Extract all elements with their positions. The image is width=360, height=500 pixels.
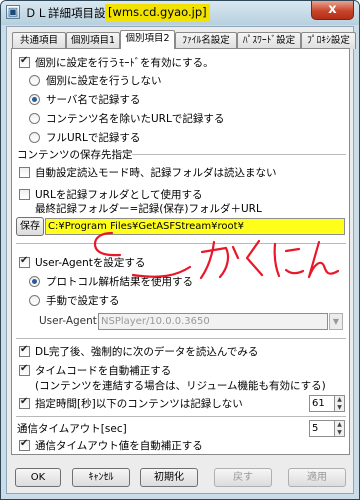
tab-individual-2[interactable]: 個別項目2 [120,30,175,49]
server-highlight: [wms.cd.gyao.jp] [105,4,210,21]
timecode-checkbox[interactable] [19,363,30,376]
window-title: ＤＬ詳細項目設定 [25,6,117,20]
tab-filename[interactable]: ﾌｧｲﾙ名設定 [175,32,237,49]
divider [132,154,346,155]
dl-complete-label: DL完了後、強制的に次のデータを読込んでみる [35,346,259,358]
tab-password[interactable]: ﾊﾟｽﾜｰﾄﾞ設定 [237,32,301,49]
user-agent-checkbox[interactable] [19,255,30,268]
min-time-input[interactable]: 61 [309,395,335,412]
url-folder-checkbox[interactable] [19,189,30,200]
divider [16,338,346,339]
timecode-label: タイムコードを自動補正する [35,365,172,377]
timeout-spinner[interactable]: ▲ ▼ [335,420,345,437]
radio-url-without-content[interactable] [29,113,40,124]
radio-full-url[interactable] [29,132,40,143]
user-agent-label: User-Agentを設定する [35,257,146,269]
radio-no-individual[interactable] [29,75,40,86]
user-agent-field-label: User-Agent: [39,315,101,327]
save-button[interactable]: 保存 [16,217,44,236]
timeout-label: 通信タイムアウト[sec] [17,423,127,435]
radio-url-without-content-label: コンテンツ名を除いたURLで記録する [46,113,225,125]
tab-individual-1[interactable]: 個別項目1 [66,32,120,49]
ok-button[interactable]: OK [15,468,61,487]
revert-button[interactable]: 戻す [214,468,272,487]
chevron-down-icon[interactable]: ▼ [329,313,343,330]
app-icon: ▣ [6,5,20,19]
dialog-window: ▣ ＤＬ詳細項目設定 [wms.cd.gyao.jp] x 共通項目 個別項目1… [0,0,360,500]
user-agent-combo[interactable]: NSPlayer/10.0.0.3650 [98,313,328,330]
timecode-note: (コンテンツを連結する場合は、リジューム機能も有効にする) [35,380,326,392]
init-button[interactable]: 初期化 [140,468,198,487]
auto-mode-checkbox[interactable] [19,167,30,178]
divider [16,243,346,244]
radio-protocol-analysis-label: プロトコル解析結果を使用する [46,276,193,288]
radio-server-name-label: サーバ名で記録する [46,94,141,106]
save-dest-header: コンテンツの保存先指定 [17,149,133,161]
radio-no-individual-label: 個別に設定を行うしない [46,75,162,87]
tab-proxy[interactable]: ﾌﾟﾛｷｼ設定 [301,32,356,49]
min-time-label: 指定時間[秒]以下のコンテンツは記録しない [35,398,243,410]
timeout-auto-label: 通信タイムアウト値を自動補正する [35,440,203,452]
title-bar[interactable]: ▣ ＤＬ詳細項目設定 [wms.cd.gyao.jp] x [1,1,359,25]
cancel-button[interactable]: ｷｬﾝｾﾙ [72,468,130,487]
auto-mode-label: 自動設定読込モード時、記録フォルダは読込まない [35,167,277,179]
radio-full-url-label: フルURLで記録する [46,132,141,144]
min-time-checkbox[interactable] [19,396,30,409]
dl-complete-checkbox[interactable] [19,344,30,357]
radio-manual-label: 手動で設定する [46,295,120,307]
radio-server-name[interactable] [29,94,40,105]
divider [16,416,346,417]
close-button[interactable]: x [311,1,354,20]
url-folder-label: URLを記録フォルダとして使用する [35,189,203,201]
min-time-spinner[interactable]: ▲ ▼ [335,395,345,412]
save-path-field[interactable]: C:¥Program Files¥GetASFStream¥root¥ [45,218,345,235]
apply-button[interactable]: 適用 [288,468,346,487]
settings-panel: 個別に設定を行うﾓｰﾄﾞを有効にする。 個別に設定を行うしない サーバ名で記録す… [11,48,350,455]
enable-individual-label: 個別に設定を行うﾓｰﾄﾞを有効にする。 [35,57,214,69]
tab-common[interactable]: 共通項目 [12,32,66,49]
dialog-client: 共通項目 個別項目1 個別項目2 ﾌｧｲﾙ名設定 ﾊﾟｽﾜｰﾄﾞ設定 ﾌﾟﾛｷｼ… [6,26,356,494]
enable-individual-checkbox[interactable] [19,55,30,68]
timeout-auto-checkbox[interactable] [19,438,30,451]
radio-manual[interactable] [29,295,40,306]
radio-protocol-analysis[interactable] [29,276,40,287]
folder-note: 最終記録フォルダー=記録(保存)フォルダ＋URL [35,203,262,215]
timeout-input[interactable]: 5 [309,420,335,437]
